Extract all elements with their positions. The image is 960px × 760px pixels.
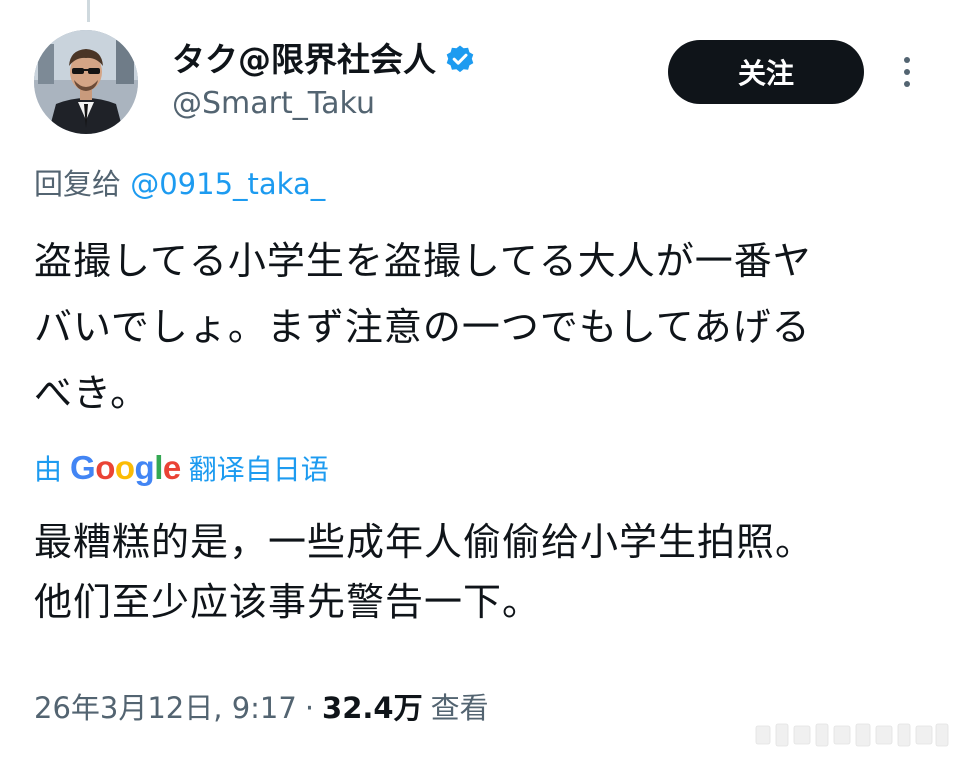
more-dot [904, 57, 910, 63]
google-logo: Google [70, 449, 181, 486]
watermark-image [755, 723, 949, 747]
more-dot [904, 69, 910, 75]
author-handle[interactable]: @Smart_Taku [172, 86, 375, 122]
translated-text: 最糟糕的是，一些成年人偷偷给小学生拍照。 他们至少应该事先警告一下。 [34, 520, 815, 624]
translated-by-label: 由 [34, 453, 63, 486]
views-label: 查看 [430, 691, 489, 725]
tweet-text: 盗撮してる小学生を盗撮してる大人が一番ヤ バいでしょ。まず注意の一つでもしてあげ… [34, 239, 812, 415]
reply-to-prefix: 回复给 [34, 167, 122, 201]
tweet-meta: 26年3月12日, 9:17 · 32.4万 查看 [34, 688, 489, 728]
translation-attribution: 由 Google 翻译自日语 [34, 448, 329, 488]
views-count: 32.4万 [322, 691, 423, 725]
reply-to-line: 回复给 @0915_taka_ [34, 164, 325, 204]
verified-check-icon [446, 45, 474, 73]
thread-connector-line [87, 0, 90, 22]
follow-button[interactable]: 关注 [668, 40, 864, 104]
avatar[interactable] [34, 30, 138, 134]
tweet-timestamp[interactable]: 26年3月12日, 9:17 [34, 688, 297, 728]
translated-from-link[interactable]: 翻译自日语 [189, 448, 329, 488]
author-display-name[interactable]: タク@限界社会人 [172, 38, 436, 82]
author-name-row[interactable]: タク@限界社会人 [172, 38, 476, 82]
meta-separator: · [304, 691, 315, 725]
more-dot [904, 81, 910, 87]
avatar-image [34, 30, 138, 134]
more-vertical-icon[interactable] [892, 50, 922, 94]
reply-mention-link[interactable]: @0915_taka_ [130, 167, 325, 201]
